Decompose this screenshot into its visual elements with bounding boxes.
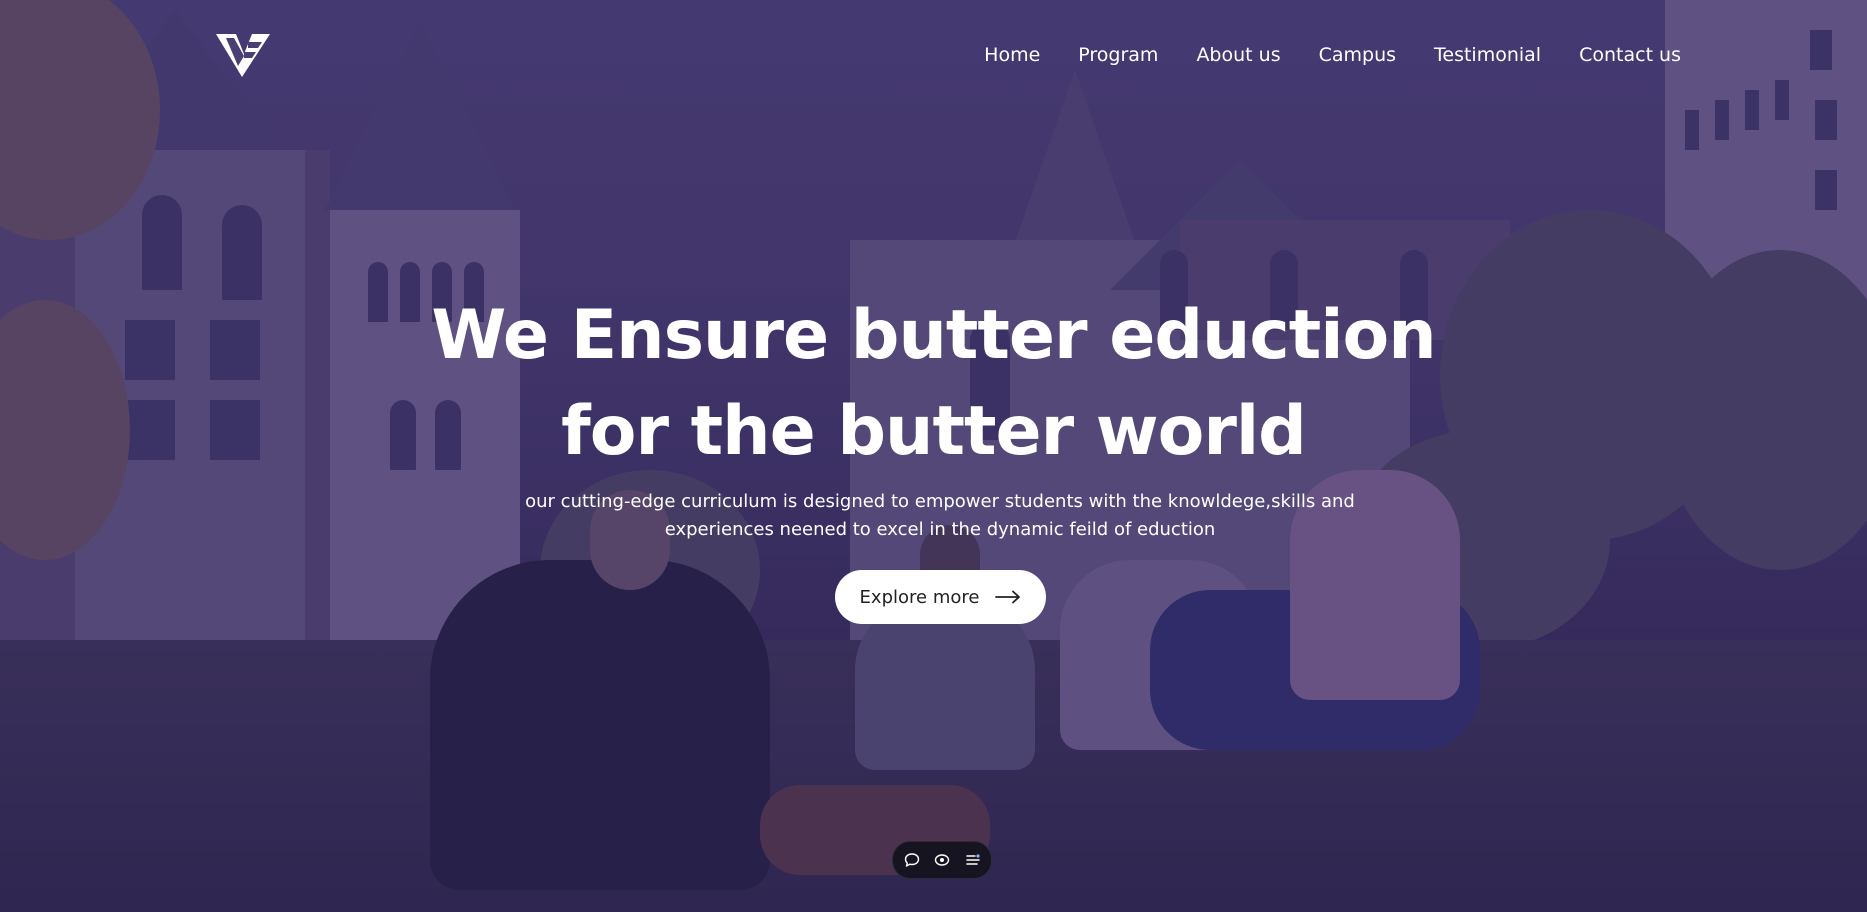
explore-more-button[interactable]: Explore more (835, 570, 1046, 624)
nav-testimonial[interactable]: Testimonial (1434, 44, 1541, 66)
nav-about-us[interactable]: About us (1196, 44, 1280, 66)
hero-subtext: our cutting-edge curriculum is designed … (483, 488, 1397, 544)
comment-icon[interactable] (900, 848, 924, 872)
hero-headline-line-2: for the butter world (561, 392, 1307, 471)
hero-headline-line-1: We Ensure butter eduction (431, 296, 1436, 375)
nav-program[interactable]: Program (1078, 44, 1158, 66)
brand-logo[interactable] (214, 32, 272, 78)
nav-home[interactable]: Home (984, 44, 1040, 66)
nav-campus[interactable]: Campus (1319, 44, 1396, 66)
settings-list-icon[interactable] (961, 848, 985, 872)
floating-toolbar (892, 841, 992, 879)
main-nav: Home Program About us Campus Testimonial… (984, 44, 1681, 66)
nav-contact-us[interactable]: Contact us (1579, 44, 1681, 66)
arrow-right-icon (995, 590, 1021, 604)
hero-headline: We Ensure butter eduction for the butter… (0, 288, 1867, 480)
eye-icon[interactable] (930, 848, 954, 872)
hero-subtext-line-2: experiences neened to excel in the dynam… (664, 519, 1216, 540)
explore-more-label: Explore more (859, 586, 980, 608)
hero-subtext-line-1: our cutting-edge curriculum is designed … (525, 491, 1355, 512)
